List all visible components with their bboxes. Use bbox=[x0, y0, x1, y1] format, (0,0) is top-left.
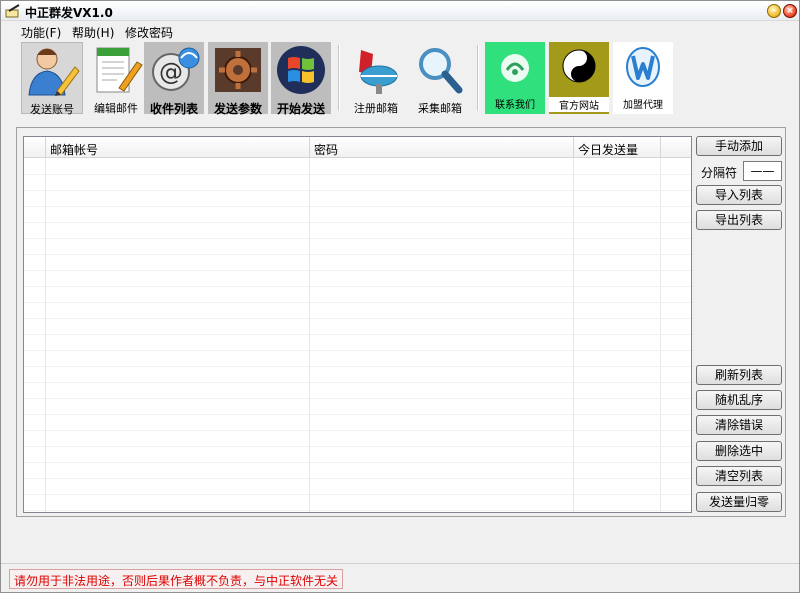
delete-selected-button[interactable]: 删除选中 bbox=[696, 441, 782, 461]
send-account-label: 发送账号 bbox=[30, 103, 74, 116]
email-at-icon: @ bbox=[152, 47, 200, 91]
grid-row-line bbox=[24, 270, 691, 271]
separator-input[interactable]: —— bbox=[743, 161, 782, 181]
close-icon: × bbox=[786, 6, 794, 16]
grid-row-line bbox=[24, 478, 691, 479]
grid-row-line bbox=[24, 430, 691, 431]
grid-row-line bbox=[24, 254, 691, 255]
grid-row-line bbox=[24, 222, 691, 223]
grid-row-line bbox=[24, 414, 691, 415]
grid-row-line bbox=[24, 174, 691, 175]
contact-us-label: 联系我们 bbox=[495, 100, 535, 111]
grid-row-line bbox=[24, 494, 691, 495]
grid-row-line bbox=[24, 462, 691, 463]
user-edit-icon bbox=[28, 48, 80, 96]
start-send-button[interactable]: 开始发送 bbox=[271, 42, 331, 116]
column-header-password[interactable]: 密码 bbox=[310, 137, 574, 158]
menu-function[interactable]: 功能(F) bbox=[21, 24, 61, 41]
toolbar-separator-2 bbox=[477, 45, 479, 111]
grid-row-line bbox=[24, 350, 691, 351]
start-send-label: 开始发送 bbox=[276, 102, 325, 116]
reset-count-button[interactable]: 发送量归零 bbox=[696, 492, 782, 512]
yin-yang-icon bbox=[562, 49, 596, 83]
column-header-email[interactable]: 邮箱帐号 bbox=[46, 137, 310, 158]
grid-row-line bbox=[24, 510, 691, 511]
grid-row-line bbox=[24, 366, 691, 367]
recipient-list-label: 收件列表 bbox=[149, 102, 198, 116]
column-header-today-count[interactable]: 今日发送量 bbox=[574, 137, 661, 158]
toolbar-separator bbox=[338, 45, 340, 111]
document-edit-icon bbox=[96, 47, 143, 93]
send-params-button[interactable]: 发送参数 bbox=[208, 42, 268, 116]
grid-row-line bbox=[24, 206, 691, 207]
grid-row-line bbox=[24, 318, 691, 319]
edit-mail-label: 编辑邮件 bbox=[94, 102, 138, 115]
satellite-icon bbox=[501, 54, 529, 82]
legal-warning: 请勿用于非法用途，否则后果作者概不负责，与中正软件无关 bbox=[9, 569, 344, 589]
magnifier-icon bbox=[419, 48, 463, 94]
register-mail-label: 注册邮箱 bbox=[354, 102, 398, 115]
grid-row-line bbox=[24, 446, 691, 447]
contact-us-button[interactable]: 联系我们 bbox=[485, 42, 545, 114]
collect-mail-label: 采集邮箱 bbox=[418, 102, 462, 115]
refresh-list-button[interactable]: 刷新列表 bbox=[696, 365, 782, 385]
grid-row-line bbox=[24, 238, 691, 239]
grid-header: 邮箱帐号 密码 今日发送量 bbox=[24, 137, 691, 158]
send-params-label: 发送参数 bbox=[213, 102, 262, 116]
menu-bar: 功能(F) 帮助(H) 修改密码 bbox=[1, 22, 799, 40]
grid-divider bbox=[309, 158, 310, 512]
official-site-button[interactable]: 官方网站 bbox=[549, 42, 609, 114]
mailbox-icon bbox=[359, 50, 398, 94]
join-agent-label: 加盟代理 bbox=[623, 100, 663, 111]
grid-row-line bbox=[24, 302, 691, 303]
column-header-index[interactable] bbox=[24, 137, 46, 158]
export-list-button[interactable]: 导出列表 bbox=[696, 210, 782, 230]
grid-row-line bbox=[24, 382, 691, 383]
clear-list-button[interactable]: 清空列表 bbox=[696, 466, 782, 486]
windows-logo-icon bbox=[277, 46, 325, 94]
send-account-button[interactable]: 发送账号 bbox=[21, 42, 83, 116]
minimize-icon: – bbox=[771, 6, 777, 16]
window-title: 中正群发VX1.0 bbox=[25, 6, 113, 20]
join-agent-button[interactable]: 加盟代理 bbox=[613, 42, 673, 114]
menu-help[interactable]: 帮助(H) bbox=[72, 24, 114, 41]
gear-icon bbox=[215, 48, 261, 92]
official-site-label: 官方网站 bbox=[549, 97, 609, 112]
minimize-button[interactable]: – bbox=[767, 4, 781, 18]
menu-change-password[interactable]: 修改密码 bbox=[125, 24, 173, 41]
import-list-button[interactable]: 导入列表 bbox=[696, 185, 782, 205]
w-logo-icon bbox=[626, 47, 660, 87]
grid-row-line bbox=[24, 190, 691, 191]
manual-add-button[interactable]: 手动添加 bbox=[696, 136, 782, 156]
main-window: 中正群发VX1.0 – × 功能(F) 帮助(H) 修改密码 发送账号 编辑邮件 bbox=[0, 0, 800, 593]
grid-divider bbox=[660, 158, 661, 512]
grid-divider bbox=[573, 158, 574, 512]
grid-row-line bbox=[24, 334, 691, 335]
grid-row-line bbox=[24, 286, 691, 287]
status-bar: 请勿用于非法用途，否则后果作者概不负责，与中正软件无关 bbox=[1, 563, 799, 593]
grid-divider bbox=[45, 158, 46, 512]
close-button[interactable]: × bbox=[783, 4, 797, 18]
recipient-list-button[interactable]: @ 收件列表 bbox=[144, 42, 204, 116]
register-mail-button[interactable]: 注册邮箱 bbox=[345, 42, 407, 115]
account-grid[interactable]: 邮箱帐号 密码 今日发送量 bbox=[23, 136, 692, 513]
collect-mail-button[interactable]: 采集邮箱 bbox=[409, 42, 471, 115]
clear-errors-button[interactable]: 清除错误 bbox=[696, 415, 782, 435]
shuffle-button[interactable]: 随机乱序 bbox=[696, 390, 782, 410]
edit-mail-button[interactable]: 编辑邮件 bbox=[85, 42, 147, 115]
app-icon bbox=[5, 4, 20, 18]
grid-row-line bbox=[24, 398, 691, 399]
title-bar: 中正群发VX1.0 – × bbox=[1, 1, 799, 21]
separator-label: 分隔符 bbox=[701, 166, 738, 180]
